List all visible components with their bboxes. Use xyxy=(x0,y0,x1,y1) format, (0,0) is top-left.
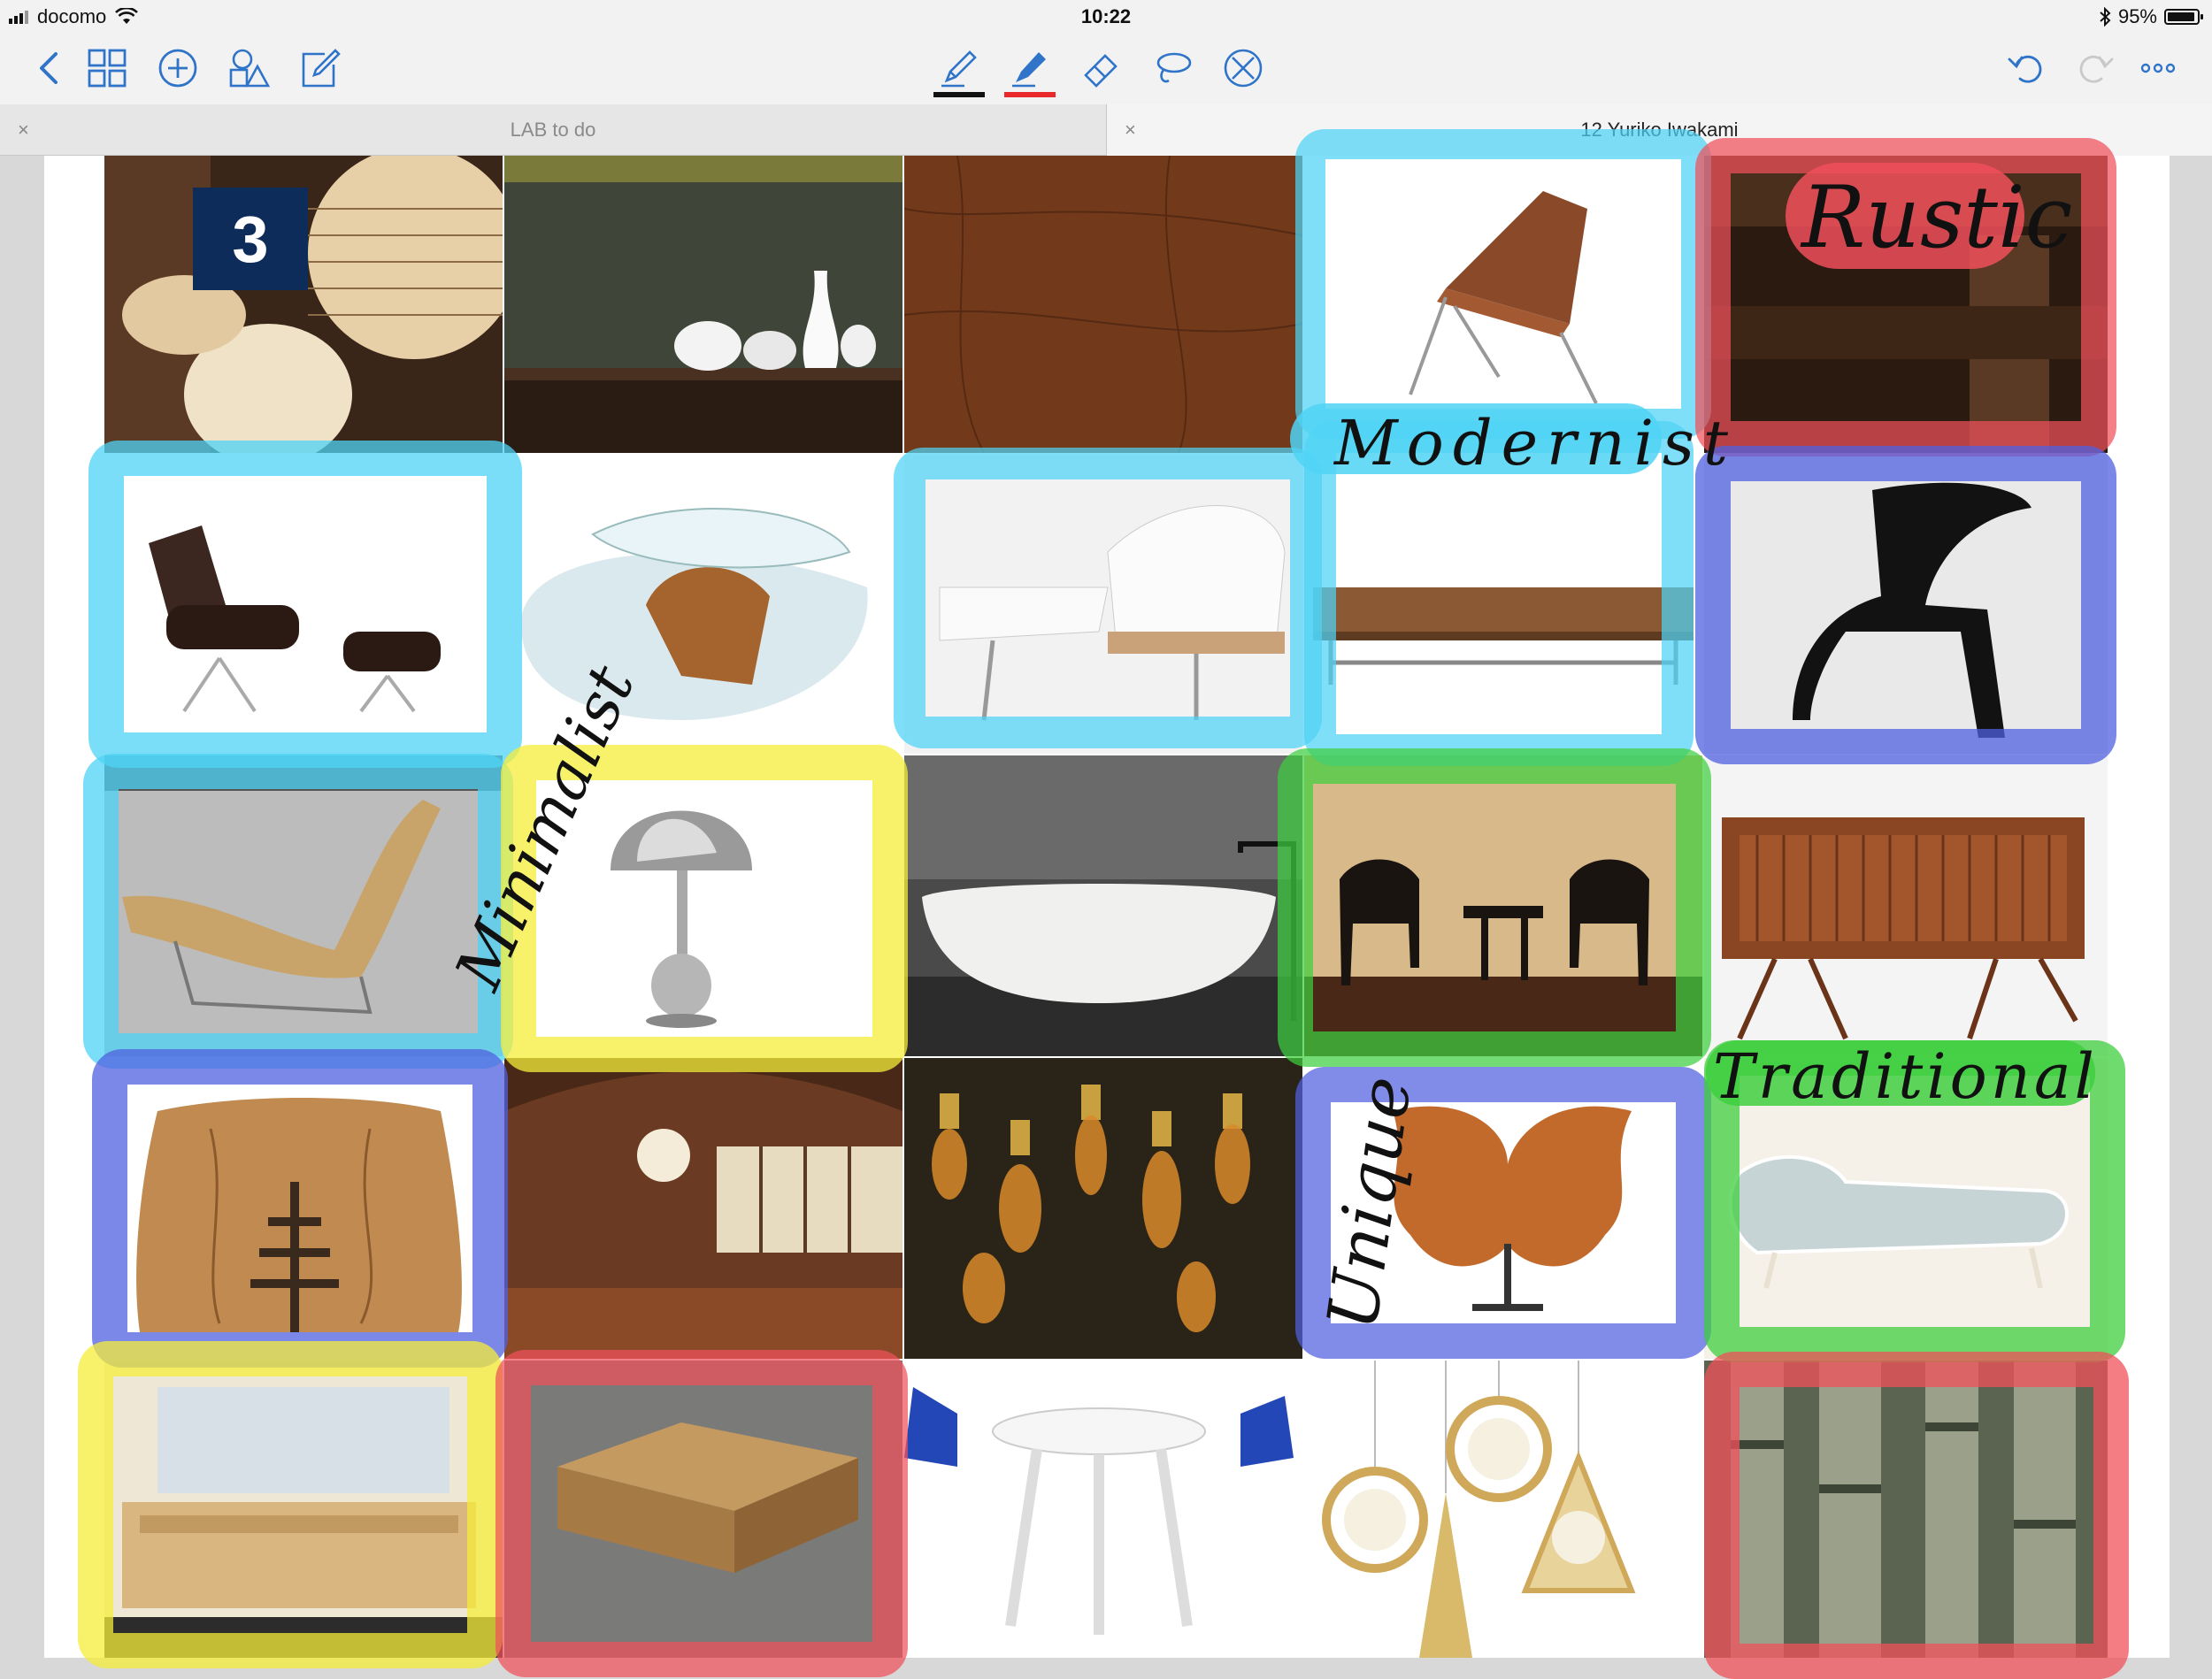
image-birch-trunks xyxy=(1704,1361,2108,1658)
redo-icon xyxy=(2079,55,2114,83)
image-rattan-chaise xyxy=(104,755,503,1056)
clock: 10:22 xyxy=(1080,5,1132,27)
lasso-icon xyxy=(1156,52,1192,83)
battery-icon xyxy=(2164,9,2203,25)
live-edge-table-image xyxy=(104,1058,503,1359)
pen-tool-button[interactable] xyxy=(933,44,985,97)
pen-icon xyxy=(941,50,977,88)
image-rustic-wood xyxy=(1704,156,2108,453)
undo-icon xyxy=(2008,55,2042,83)
leather-daybed-image xyxy=(1304,455,1702,754)
status-right: 95% xyxy=(2099,5,2203,28)
image-white-lounge xyxy=(904,455,1302,754)
status-bar: docomo 10:22 95% xyxy=(0,0,2212,32)
undo-button[interactable] xyxy=(2001,44,2049,92)
image-wicker-room xyxy=(1304,755,1702,1056)
more-button[interactable] xyxy=(2134,44,2182,92)
image-glass-table xyxy=(504,455,902,754)
add-circle-icon xyxy=(158,49,197,88)
eames-chair-image xyxy=(104,455,503,754)
compose-icon xyxy=(302,49,341,88)
image-leather-texture xyxy=(904,156,1302,453)
image-eames-chair xyxy=(104,455,503,754)
lasso-tool-button[interactable] xyxy=(1148,44,1196,92)
back-button[interactable] xyxy=(27,44,74,92)
close-tab-icon[interactable]: × xyxy=(18,119,29,142)
black-chair-image xyxy=(1704,455,2108,754)
compose-button[interactable] xyxy=(296,44,343,92)
eraser-icon xyxy=(1084,54,1118,88)
image-white-table xyxy=(904,1361,1302,1658)
back-chevron-icon xyxy=(40,52,58,84)
grid-view-button[interactable] xyxy=(83,44,131,92)
glass-table-image xyxy=(504,455,902,754)
tab-lab-to-do[interactable]: × LAB to do xyxy=(0,104,1106,156)
image-brass-pendants xyxy=(1304,1361,1702,1658)
image-leather-daybed xyxy=(1304,455,1702,754)
add-page-button[interactable] xyxy=(154,44,202,92)
battery-percent: 95% xyxy=(2117,5,2157,27)
shapes-icon xyxy=(229,49,270,88)
image-edison-bulbs xyxy=(904,1058,1302,1359)
white-table-image xyxy=(904,1361,1302,1658)
highlighter-color-indicator xyxy=(1004,92,1056,97)
document-tabs: × LAB to do × 12 Yuriko Iwakami xyxy=(0,104,2212,156)
image-burl-sculpture xyxy=(1304,1058,1702,1359)
image-leather-chair xyxy=(1304,156,1702,453)
image-sideboard xyxy=(1704,755,2108,1056)
highlighter-icon xyxy=(1012,52,1046,88)
close-tab-icon[interactable]: × xyxy=(1125,119,1136,142)
wooden-bathtub-image xyxy=(104,1361,503,1658)
burl-sculpture-image xyxy=(1304,1058,1702,1359)
image-paper-lanterns: 3 xyxy=(104,156,503,453)
brass-pendants-image xyxy=(1304,1361,1702,1658)
grid-view-icon xyxy=(88,49,127,88)
image-wood-block-table xyxy=(504,1361,902,1658)
no-input-button[interactable] xyxy=(1219,44,1267,92)
japanese-interior-image xyxy=(504,1058,902,1359)
edison-bulbs-image xyxy=(904,1058,1302,1359)
bathtub-image xyxy=(904,755,1302,1056)
image-white-vases xyxy=(504,156,902,453)
image-live-edge-table xyxy=(104,1058,503,1359)
image-chrome-lamp xyxy=(504,755,902,1056)
wood-block-table-image xyxy=(504,1361,902,1658)
toolbar xyxy=(0,32,2212,104)
more-icon xyxy=(2140,63,2176,73)
leather-chair-image xyxy=(1304,156,1702,453)
image-black-chair xyxy=(1704,455,2108,754)
hand-off-icon xyxy=(1224,49,1263,88)
moodboard-grid: 3 Rustic Modernist Minimalist Unique Tra… xyxy=(78,129,2129,1679)
white-lounge-image xyxy=(904,455,1302,754)
rustic-wood-image xyxy=(1704,156,2108,453)
sideboard-image xyxy=(1704,755,2108,1056)
redo-button[interactable] xyxy=(2072,44,2120,92)
wicker-room-image xyxy=(1304,755,1702,1056)
pen-color-indicator xyxy=(933,92,985,97)
eraser-tool-button[interactable] xyxy=(1078,44,1125,92)
page-number-badge: 3 xyxy=(193,188,308,290)
battery-fill xyxy=(2168,12,2195,21)
image-bathtub xyxy=(904,755,1302,1056)
image-japanese-interior xyxy=(504,1058,902,1359)
rattan-chaise-image xyxy=(104,755,503,1056)
tab-yuriko-iwakami[interactable]: × 12 Yuriko Iwakami xyxy=(1107,104,2212,156)
bluetooth-icon xyxy=(2100,7,2111,27)
document-page[interactable]: 3 Rustic Modernist Minimalist Unique Tra… xyxy=(44,129,2170,1679)
white-vases-image xyxy=(504,156,902,453)
tab-label: 12 Yuriko Iwakami xyxy=(1580,119,1739,141)
highlighter-tool-button[interactable] xyxy=(1004,44,1056,97)
image-wooden-bathtub xyxy=(104,1361,503,1658)
shapes-button[interactable] xyxy=(225,44,273,92)
image-chaise-longue xyxy=(1704,1058,2108,1359)
chaise-longue-image xyxy=(1704,1058,2108,1359)
tab-label: LAB to do xyxy=(510,119,596,141)
birch-trunks-image xyxy=(1704,1361,2108,1658)
leather-texture-image xyxy=(904,156,1302,453)
chrome-lamp-image xyxy=(504,755,902,1056)
